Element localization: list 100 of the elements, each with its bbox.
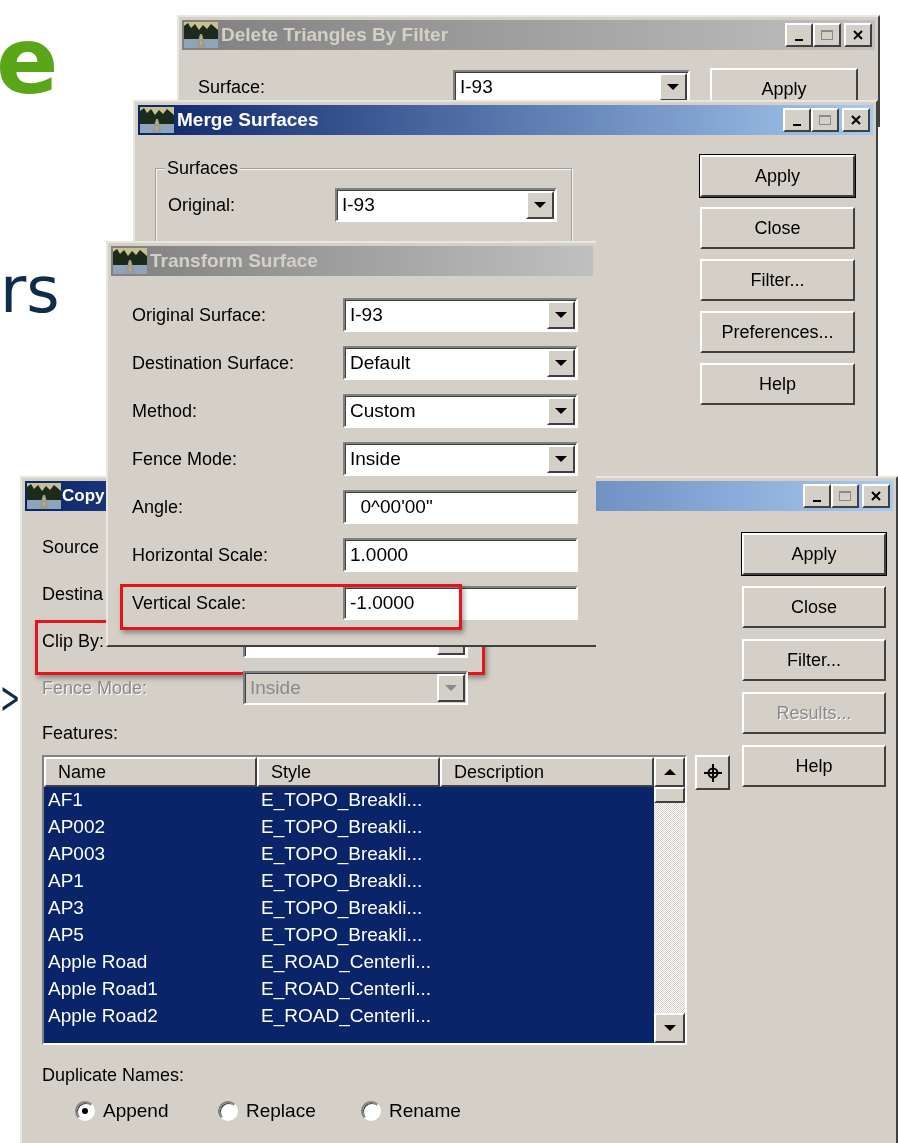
field-label: Original Surface: bbox=[132, 304, 267, 325]
slide-text: > bbox=[0, 676, 21, 720]
close-icon bbox=[852, 29, 864, 41]
table-cell-text: E_ROAD_Centerli... bbox=[260, 1004, 432, 1029]
radio-button[interactable] bbox=[361, 1101, 381, 1122]
dropdown-arrow-icon bbox=[554, 407, 568, 415]
close-button[interactable] bbox=[844, 23, 872, 47]
table-cell-text: Apple Road1 bbox=[47, 977, 159, 1002]
dialog-button[interactable]: Help bbox=[742, 745, 886, 787]
dropdown-arrow-button[interactable] bbox=[547, 397, 575, 425]
dropdown-field[interactable]: Inside bbox=[343, 442, 578, 476]
minimize-button[interactable] bbox=[785, 23, 813, 47]
close-button[interactable] bbox=[842, 108, 870, 132]
maximize-icon bbox=[818, 114, 832, 126]
table-cell-text: AP3 bbox=[47, 896, 85, 921]
text-field[interactable]: -1.0000 bbox=[343, 586, 578, 620]
table-cell-text: E_TOPO_Breakli... bbox=[260, 815, 424, 840]
field-label: Angle: bbox=[132, 496, 184, 517]
table-row[interactable]: AP002 E_TOPO_Breakli... bbox=[44, 814, 654, 841]
table-cell-text: AP002 bbox=[47, 815, 107, 840]
dropdown-field[interactable]: I-93 bbox=[335, 188, 557, 222]
dropdown-field[interactable]: Custom bbox=[343, 394, 578, 428]
table-cell-text: AP5 bbox=[47, 923, 85, 948]
dialog-button[interactable]: Filter... bbox=[742, 639, 886, 681]
table-row[interactable]: Apple Road E_ROAD_Centerli... bbox=[44, 949, 654, 976]
dropdown-field[interactable]: Default bbox=[343, 346, 578, 380]
radio-label[interactable]: Replace bbox=[246, 1097, 316, 1126]
minimize-button[interactable] bbox=[783, 108, 811, 132]
minimize-icon bbox=[793, 124, 801, 126]
group-label: Duplicate Names: bbox=[42, 1064, 185, 1086]
dialog-button[interactable]: Close bbox=[742, 586, 886, 628]
dialog-button[interactable]: Filter... bbox=[700, 259, 855, 301]
scroll-up-button[interactable] bbox=[654, 757, 685, 787]
field-label: Destination Surface: bbox=[132, 352, 295, 373]
dropdown-arrow-icon bbox=[554, 455, 568, 463]
table-cell-text: Apple Road2 bbox=[47, 1004, 159, 1029]
column-header[interactable]: Description bbox=[440, 757, 654, 787]
field-label: Fence Mode: bbox=[42, 677, 148, 698]
text-field[interactable]: 1.0000 bbox=[343, 538, 578, 572]
radio-button[interactable] bbox=[75, 1101, 95, 1122]
window-title: Copy bbox=[62, 485, 105, 508]
table-row[interactable]: Apple Road2 E_ROAD_Centerli... bbox=[44, 1003, 654, 1030]
column-header[interactable]: Name bbox=[44, 757, 257, 787]
list-label: Features: bbox=[42, 722, 119, 744]
maximize-button[interactable] bbox=[813, 23, 841, 47]
radio-button[interactable] bbox=[218, 1101, 238, 1122]
field-label: Vertical Scale: bbox=[132, 592, 247, 613]
window-title: Merge Surfaces bbox=[177, 107, 319, 132]
table-cell-text: AF1 bbox=[47, 788, 84, 813]
dropdown-field[interactable]: I-93 bbox=[343, 298, 578, 332]
field-label: Horizontal Scale: bbox=[132, 544, 269, 565]
table-cell-text: E_TOPO_Breakli... bbox=[260, 869, 424, 894]
table-row[interactable]: AP1 E_TOPO_Breakli... bbox=[44, 868, 654, 895]
dropdown-arrow-button[interactable] bbox=[659, 73, 687, 101]
table-row[interactable]: AP003 E_TOPO_Breakli... bbox=[44, 841, 654, 868]
dropdown-arrow-icon bbox=[444, 684, 458, 692]
up-arrow-icon bbox=[662, 768, 677, 776]
maximize-button[interactable] bbox=[811, 108, 839, 132]
field-label: Clip By: bbox=[42, 630, 104, 651]
scroll-down-button[interactable] bbox=[654, 1013, 685, 1043]
minimize-button[interactable] bbox=[803, 484, 831, 508]
table-cell-text: E_TOPO_Breakli... bbox=[260, 923, 424, 948]
dialog-button[interactable]: Apply bbox=[700, 155, 855, 197]
table-row[interactable]: Apple Road1 E_ROAD_Centerli... bbox=[44, 976, 654, 1003]
dropdown-arrow-icon bbox=[666, 83, 680, 91]
field-label: Fence Mode: bbox=[132, 448, 238, 469]
table-row[interactable]: AP5 E_TOPO_Breakli... bbox=[44, 922, 654, 949]
down-arrow-icon bbox=[662, 1024, 677, 1032]
dropdown-arrow-icon bbox=[533, 201, 547, 209]
scrollbar-track[interactable] bbox=[654, 757, 685, 1043]
slide-text: rs bbox=[0, 258, 60, 322]
table-cell-text: E_TOPO_Breakli... bbox=[260, 896, 424, 921]
radio-label[interactable]: Rename bbox=[389, 1097, 461, 1126]
crosshair-icon bbox=[702, 762, 723, 783]
close-icon bbox=[850, 114, 862, 126]
dialog-button[interactable]: Close bbox=[700, 207, 855, 249]
field-label: Surface: bbox=[198, 76, 266, 97]
maximize-button[interactable] bbox=[831, 484, 859, 508]
text-field[interactable]: 0^00'00" bbox=[343, 490, 578, 524]
column-header[interactable]: Style bbox=[257, 757, 440, 787]
dropdown-arrow-button[interactable] bbox=[526, 191, 554, 219]
dropdown-arrow-button[interactable] bbox=[547, 349, 575, 377]
table-row[interactable]: AF1 E_TOPO_Breakli... bbox=[44, 787, 654, 814]
dialog-button[interactable]: Preferences... bbox=[700, 311, 855, 353]
scrollbar-thumb[interactable] bbox=[654, 787, 685, 803]
crosshair-button[interactable] bbox=[695, 755, 730, 790]
radio-label[interactable]: Append bbox=[103, 1097, 169, 1126]
dropdown-arrow-button[interactable] bbox=[547, 301, 575, 329]
road-landscape-icon bbox=[113, 248, 147, 274]
dropdown-arrow-icon bbox=[554, 311, 568, 319]
dialog-button[interactable]: Apply bbox=[742, 533, 886, 575]
minimize-icon bbox=[795, 39, 803, 41]
table-row[interactable]: AP3 E_TOPO_Breakli... bbox=[44, 895, 654, 922]
window-title: Delete Triangles By Filter bbox=[221, 22, 449, 47]
close-button[interactable] bbox=[862, 484, 890, 508]
road-landscape-icon bbox=[27, 483, 61, 509]
dialog-button[interactable]: Help bbox=[700, 363, 855, 405]
table-cell-text: E_ROAD_Centerli... bbox=[260, 950, 432, 975]
dropdown-arrow-button[interactable] bbox=[547, 445, 575, 473]
table-cell-text: E_ROAD_Centerli... bbox=[260, 977, 432, 1002]
